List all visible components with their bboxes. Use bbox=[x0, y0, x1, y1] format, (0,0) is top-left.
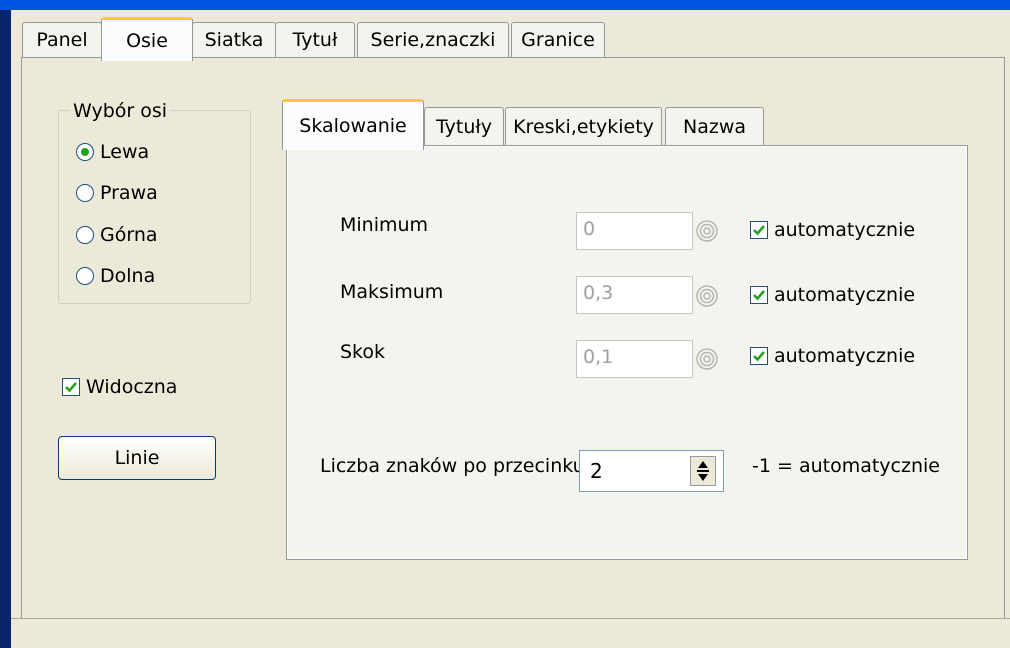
tab-granice-label: Granice bbox=[521, 29, 595, 51]
radio-lewa-label: Lewa bbox=[100, 141, 150, 163]
up-down-arrows-icon bbox=[697, 461, 709, 481]
tab-skalowanie-label: Skalowanie bbox=[299, 115, 407, 137]
step-auto-checkbox[interactable]: automatycznie bbox=[750, 345, 915, 367]
radio-dolna-label: Dolna bbox=[100, 265, 156, 287]
window-left-border bbox=[0, 0, 11, 648]
radio-prawa[interactable]: Prawa bbox=[76, 182, 158, 204]
minimum-auto-checkbox[interactable]: automatycznie bbox=[750, 219, 915, 241]
maximum-auto-checkbox[interactable]: automatycznie bbox=[750, 284, 915, 306]
maximum-label: Maksimum bbox=[340, 281, 444, 303]
axis-selection-label: Wybór osi bbox=[70, 100, 171, 122]
tab-nazwa-label: Nazwa bbox=[682, 116, 746, 138]
radio-dolna[interactable]: Dolna bbox=[76, 265, 155, 287]
radio-gorna[interactable]: Górna bbox=[76, 224, 158, 246]
radio-button-icon[interactable] bbox=[76, 143, 94, 161]
spinner-icon[interactable] bbox=[696, 220, 718, 242]
tab-panel[interactable]: Panel bbox=[22, 22, 102, 57]
maximum-input[interactable]: 0,3 bbox=[576, 276, 693, 314]
minimum-label: Minimum bbox=[340, 214, 429, 236]
tab-serie-znaczki-label: Serie,znaczki bbox=[370, 29, 496, 51]
radio-button-icon[interactable] bbox=[76, 226, 94, 244]
tab-serie-znaczki[interactable]: Serie,znaczki bbox=[357, 22, 509, 57]
checkbox-checked-icon[interactable] bbox=[750, 221, 768, 239]
radio-gorna-label: Górna bbox=[100, 224, 158, 246]
lines-button[interactable]: Linie bbox=[58, 436, 216, 480]
visible-checkbox[interactable]: Widoczna bbox=[62, 376, 177, 398]
tab-nazwa[interactable]: Nazwa bbox=[665, 107, 764, 146]
decimals-stepper[interactable] bbox=[690, 456, 716, 486]
tab-osie-label: Osie bbox=[126, 29, 168, 52]
decimals-hint: -1 = automatycznie bbox=[752, 455, 940, 477]
tab-siatka-label: Siatka bbox=[204, 29, 264, 51]
window-title-bar bbox=[0, 0, 1010, 10]
visible-checkbox-label: Widoczna bbox=[86, 376, 178, 398]
tab-granice[interactable]: Granice bbox=[511, 22, 605, 57]
tab-tytuly[interactable]: Tytuły bbox=[424, 107, 504, 146]
divider bbox=[11, 618, 1010, 619]
step-label: Skok bbox=[340, 341, 386, 363]
minimum-auto-label: automatycznie bbox=[774, 219, 916, 241]
lines-button-label: Linie bbox=[114, 447, 160, 469]
tab-tytuly-label: Tytuły bbox=[435, 116, 493, 138]
minimum-input[interactable]: 0 bbox=[576, 212, 693, 250]
checkbox-checked-icon[interactable] bbox=[750, 286, 768, 304]
tab-siatka[interactable]: Siatka bbox=[192, 22, 276, 57]
tab-osie[interactable]: Osie bbox=[101, 17, 193, 61]
tab-kreski-etykiety[interactable]: Kreski,etykiety bbox=[505, 107, 662, 146]
step-input[interactable]: 0,1 bbox=[576, 340, 693, 378]
tab-skalowanie[interactable]: Skalowanie bbox=[282, 99, 424, 150]
tab-panel-label: Panel bbox=[36, 29, 88, 51]
radio-button-icon[interactable] bbox=[76, 184, 94, 202]
tab-tytul[interactable]: Tytuł bbox=[275, 22, 355, 57]
tab-kreski-etykiety-label: Kreski,etykiety bbox=[513, 116, 654, 138]
maximum-auto-label: automatycznie bbox=[774, 284, 916, 306]
spinner-icon[interactable] bbox=[696, 348, 718, 370]
radio-button-icon[interactable] bbox=[76, 267, 94, 285]
decimals-label: Liczba znaków po przecinku bbox=[320, 455, 585, 477]
step-auto-label: automatycznie bbox=[774, 345, 916, 367]
radio-lewa[interactable]: Lewa bbox=[76, 141, 149, 163]
checkbox-checked-icon[interactable] bbox=[62, 378, 80, 396]
radio-prawa-label: Prawa bbox=[100, 182, 158, 204]
tab-tytul-label: Tytuł bbox=[292, 29, 338, 51]
spinner-icon[interactable] bbox=[696, 285, 718, 307]
checkbox-checked-icon[interactable] bbox=[750, 347, 768, 365]
